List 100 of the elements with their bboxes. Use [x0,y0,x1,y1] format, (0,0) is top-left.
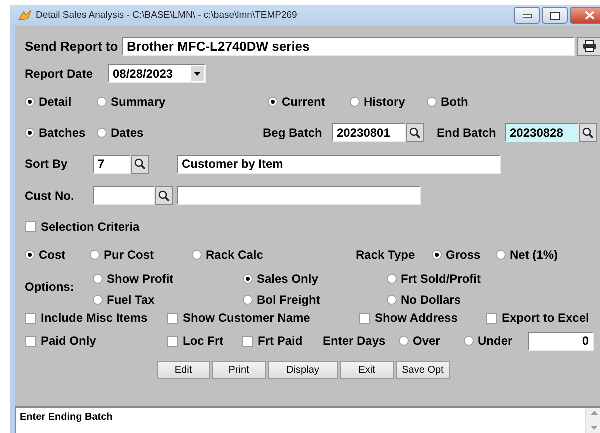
scroll-up-icon[interactable] [590,411,598,415]
printer-field[interactable]: Brother MFC-L2740DW series [122,36,575,56]
customer-number-field[interactable] [93,186,155,205]
radio-dot[interactable] [25,96,35,106]
radio-button[interactable]: Cost [25,248,66,262]
status-message: Enter Ending Batch [19,411,114,425]
field-label: End Batch [437,126,496,140]
date-dropdown[interactable]: 08/28/2023 [108,64,206,83]
checkbox[interactable]: Loc Frt [167,334,224,348]
checkbox[interactable]: Show Address [359,311,458,325]
scroll-down-icon[interactable] [590,426,598,430]
radio-dot[interactable] [432,250,442,260]
field-label: Cust No. [25,188,74,202]
radio-button[interactable]: Rack Calc [192,248,264,262]
checkbox-square[interactable] [25,312,36,324]
sort-description-field[interactable]: Customer by Item [177,154,501,174]
minimize-icon [522,14,532,18]
radio-dot[interactable] [25,128,35,138]
radio-button[interactable]: Under [464,334,513,348]
radio-dot[interactable] [192,250,202,260]
maximize-icon [550,12,560,20]
radio-dot[interactable] [97,96,107,106]
radio-button[interactable]: Both [427,94,468,108]
checkbox[interactable]: Show Customer Name [167,311,310,325]
field-label: Beg Batch [263,126,322,140]
days-field[interactable]: 0 [528,332,594,350]
action-button[interactable]: Exit [340,361,394,379]
radio-dot[interactable] [387,274,397,284]
radio-dot[interactable] [496,250,506,260]
checkbox-square[interactable] [486,312,497,324]
radio-button[interactable]: Batches [25,126,86,140]
radio-button[interactable]: Show Profit [93,272,174,286]
radio-button[interactable]: Current [268,94,326,108]
action-button[interactable]: Edit [157,361,210,379]
radio-dot[interactable] [25,250,35,260]
checkbox-square[interactable] [167,312,178,324]
customer-name-field[interactable] [177,186,421,205]
radio-dot[interactable] [268,96,278,106]
radio-button[interactable]: Frt Sold/Profit [387,272,481,286]
checkbox-square[interactable] [242,336,253,346]
search-button[interactable] [155,186,173,205]
action-button[interactable]: Save Opt [396,361,450,379]
scrollbar[interactable] [585,408,600,433]
app-icon [18,10,32,22]
checkbox-square[interactable] [25,221,36,232]
search-icon [582,126,594,138]
radio-button[interactable]: Gross [432,248,481,262]
checkbox[interactable]: Selection Criteria [25,220,140,234]
search-button[interactable] [131,154,149,174]
printer-icon [582,40,596,52]
sort-code-field[interactable]: 7 [93,154,131,174]
checkbox-square[interactable] [359,312,370,324]
checkbox[interactable]: Paid Only [25,334,96,348]
radio-dot[interactable] [427,96,437,106]
search-icon [409,126,421,138]
window-title: Detail Sales Analysis - C:\BASE\LMN\ - c:\base\lmn\TEMP269 [36,10,298,21]
radio-button[interactable]: No Dollars [387,292,462,306]
radio-dot[interactable] [90,250,100,260]
checkbox-square[interactable] [167,336,178,346]
radio-button[interactable]: Bol Freight [243,292,320,306]
radio-button[interactable]: Summary [97,94,166,108]
radio-button[interactable]: Pur Cost [90,248,154,262]
radio-button[interactable]: Dates [97,126,144,140]
radio-dot[interactable] [399,336,409,346]
minimize-button[interactable] [514,7,540,24]
checkbox[interactable]: Include Misc Items [25,311,148,325]
search-icon [158,190,170,202]
radio-dot[interactable] [243,274,253,284]
field-label: Options: [25,280,74,294]
radio-button[interactable]: Sales Only [243,272,318,286]
radio-button[interactable]: Detail [25,94,72,108]
search-button[interactable] [579,123,597,142]
radio-dot[interactable] [97,128,107,138]
batch-field[interactable]: 20230828 [505,123,579,142]
close-button[interactable] [570,7,600,24]
search-button[interactable] [406,123,424,142]
printer-button[interactable] [577,36,600,56]
action-button[interactable]: Print [212,361,266,379]
radio-dot[interactable] [464,336,474,346]
action-button[interactable]: Display [268,361,338,379]
radio-button[interactable]: Over [399,334,440,348]
radio-button[interactable]: History [350,94,406,108]
checkbox[interactable]: Export to Excel [486,311,590,325]
radio-dot[interactable] [243,294,253,304]
maximize-button[interactable] [542,7,568,24]
field-label: Report Date [25,66,94,80]
radio-button[interactable]: Fuel Tax [93,292,155,306]
checkbox[interactable]: Frt Paid [242,334,303,348]
radio-dot[interactable] [93,294,103,304]
batch-field[interactable]: 20230801 [332,123,406,142]
checkbox-square[interactable] [25,336,36,346]
field-label: Rack Type [356,248,416,262]
field-label: Send Report to [25,38,118,54]
field-label: Enter Days [323,334,386,348]
search-icon [134,158,146,170]
radio-dot[interactable] [350,96,360,106]
close-icon [585,11,595,20]
radio-dot[interactable] [93,274,103,284]
radio-dot[interactable] [387,294,397,304]
radio-button[interactable]: Net (1%) [496,248,558,262]
